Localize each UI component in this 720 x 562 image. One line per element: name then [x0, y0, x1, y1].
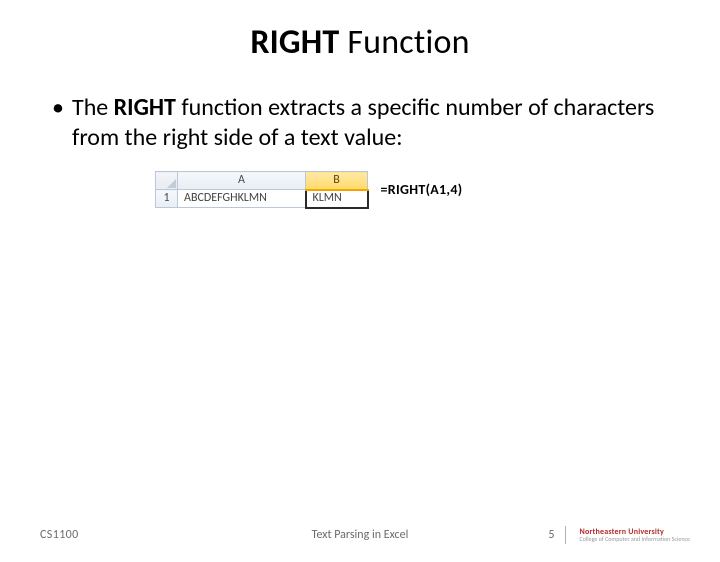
column-header-a: A: [178, 172, 306, 190]
excel-header-row: A B: [156, 172, 368, 190]
title-bold: RIGHT: [250, 22, 339, 63]
slide-footer: CS1100 Text Parsing in Excel 5 Northeast…: [0, 526, 720, 544]
bullet-text-pre: The: [72, 93, 114, 122]
footer-divider: [565, 526, 566, 544]
cell-b1: KLMN: [306, 190, 368, 208]
slide-body: The RIGHT function extracts a specific n…: [40, 93, 680, 209]
row-header-1: 1: [156, 190, 178, 208]
title-rest: Function: [339, 22, 469, 63]
excel-grid: A B 1 ABCDEFGHKLMN KLMN: [155, 171, 369, 209]
university-sub: College of Computer and Information Scie…: [580, 536, 691, 542]
select-all-triangle-icon: [167, 179, 176, 188]
formula-label: =RIGHT(A1,4): [381, 181, 463, 199]
bullet-item: The RIGHT function extracts a specific n…: [58, 93, 680, 153]
select-all-corner: [156, 172, 178, 190]
page-number-block: 5: [548, 526, 565, 544]
footer-right: 5 Northeastern University College of Com…: [548, 526, 690, 544]
cell-a1: ABCDEFGHKLMN: [178, 190, 306, 208]
excel-row-1: 1 ABCDEFGHKLMN KLMN: [156, 190, 368, 208]
bullet-list: The RIGHT function extracts a specific n…: [40, 93, 680, 153]
column-header-b: B: [306, 172, 368, 190]
excel-example: A B 1 ABCDEFGHKLMN KLMN =RIGHT(A1,4): [155, 171, 680, 209]
slide: RIGHT Function The RIGHT function extrac…: [0, 22, 720, 562]
slide-title: RIGHT Function: [0, 22, 720, 63]
bullet-text-strong: RIGHT: [114, 93, 176, 122]
